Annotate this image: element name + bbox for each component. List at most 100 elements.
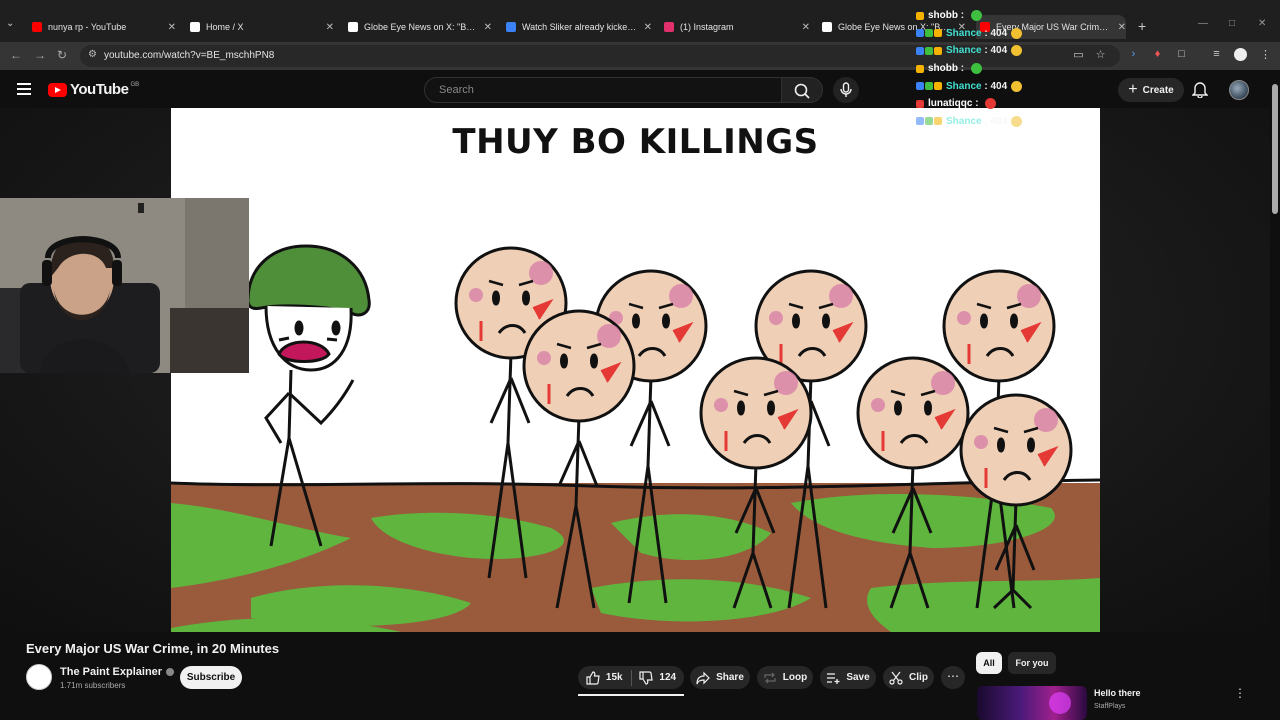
tab-search-icon[interactable]: ⌄ [6, 18, 22, 34]
verified-icon [166, 668, 175, 676]
address-bar-row: ← → ↻ ⚙ youtube.com/watch?v=BE_mschhPN8 … [0, 42, 1280, 70]
share-icon [696, 671, 710, 684]
chat-badge-icon [925, 29, 933, 38]
streamer-webcam [0, 198, 249, 373]
create-button[interactable]: + Create [1118, 78, 1184, 102]
browser-tab[interactable]: Watch Sliker already kicked out ✕ [502, 15, 652, 39]
install-app-icon[interactable]: ▭ [1072, 48, 1085, 61]
maximize-icon[interactable]: □ [1229, 18, 1235, 29]
site-info-icon[interactable]: ⚙ [88, 49, 97, 60]
chat-username: Shance [946, 45, 982, 57]
create-label: Create [1142, 84, 1174, 96]
bookmark-star-icon[interactable]: ☆ [1094, 48, 1107, 61]
close-window-icon[interactable]: ✕ [1258, 18, 1266, 29]
chat-username: shobb [928, 10, 958, 22]
browser-tab[interactable]: (1) Instagram ✕ [660, 15, 810, 39]
microphone-icon [840, 82, 852, 97]
close-tab-icon[interactable]: ✕ [168, 22, 176, 33]
more-actions-button[interactable]: ⋯ [941, 666, 965, 689]
browser-tab[interactable]: Home / X ✕ [186, 15, 334, 39]
search-button[interactable] [781, 77, 823, 103]
subscribe-button[interactable]: Subscribe [180, 666, 242, 689]
subscriber-count: 1.71m subscribers [60, 681, 126, 690]
recommended-more-icon[interactable]: ⋮ [1234, 686, 1246, 700]
chat-text: 404 [990, 115, 1008, 127]
chat-text: 404 [990, 80, 1008, 92]
loop-label: Loop [782, 672, 808, 683]
browser-menu-icon[interactable]: ⋮ [1259, 48, 1272, 61]
channel-name-text[interactable]: The Paint Explainer [60, 666, 162, 678]
chat-message: Shance : 404 [916, 25, 1056, 43]
extensions-puzzle-icon[interactable]: □ [1175, 48, 1188, 61]
close-tab-icon[interactable]: ✕ [802, 22, 810, 33]
chat-badge-icon [916, 99, 924, 108]
youtube-logo[interactable]: YouTube GB [48, 81, 139, 98]
victim-figure [522, 309, 636, 609]
url-text: youtube.com/watch?v=BE_mschhPN8 [104, 50, 275, 61]
channel-name[interactable]: The Paint Explainer [60, 666, 175, 678]
clip-button[interactable]: Clip [883, 666, 934, 689]
clip-label: Clip [909, 672, 928, 683]
voice-search-button[interactable] [833, 77, 859, 103]
guide-menu-icon[interactable] [17, 83, 31, 95]
chat-emote-icon [1011, 45, 1023, 57]
chat-message: Shance : 404 [916, 77, 1056, 95]
forward-icon[interactable]: → [34, 48, 46, 62]
browser-tab[interactable]: nunya rp - YouTube ✕ [28, 15, 176, 39]
loop-button[interactable]: Loop [757, 666, 813, 689]
chat-emote-icon [970, 63, 982, 75]
recommended-video-title[interactable]: Hello there [1094, 688, 1141, 698]
chip-for-you[interactable]: For you [1008, 652, 1056, 674]
thumbs-down-icon [639, 670, 654, 685]
dislike-button[interactable]: 124 [631, 670, 684, 685]
stream-chat-overlay: shobb : Shance : 404 Shance : 404 shobb : … [916, 7, 1056, 130]
save-label: Save [846, 672, 870, 683]
chip-all[interactable]: All [976, 652, 1002, 674]
victim-figure [959, 393, 1073, 610]
back-icon[interactable]: ← [10, 48, 22, 62]
close-tab-icon[interactable]: ✕ [1118, 22, 1126, 33]
chat-badge-icon [934, 46, 942, 55]
chat-emote-icon [1011, 80, 1023, 92]
webcam-image [0, 198, 249, 373]
chat-username: lunatiqqc [928, 98, 973, 110]
chat-badge-icon [934, 82, 942, 91]
share-button[interactable]: Share [690, 666, 750, 689]
dislike-count: 124 [659, 672, 677, 683]
chat-text: 404 [990, 27, 1008, 39]
chat-message: lunatiqqc : [916, 95, 1056, 113]
victims-group [454, 246, 1073, 610]
chat-emote-icon [985, 98, 997, 110]
browser-tab-title: (1) Instagram [680, 22, 734, 32]
page-scrollbar[interactable] [1270, 70, 1280, 720]
like-button[interactable]: 15k [578, 670, 631, 685]
extension-icon[interactable]: › [1127, 48, 1140, 61]
media-controls-icon[interactable]: ≡ [1210, 48, 1223, 61]
profile-avatar[interactable] [1234, 48, 1247, 61]
search-input[interactable]: Search [424, 77, 782, 103]
browser-tab-title: Globe Eye News on X: "BREAKI [364, 22, 478, 32]
browser-tab-bar: ⌄ nunya rp - YouTube ✕ Home / X ✕ Globe Eye … [0, 0, 1280, 42]
close-tab-icon[interactable]: ✕ [644, 22, 652, 33]
chat-message: shobb : [916, 60, 1056, 78]
channel-avatar[interactable] [26, 664, 52, 690]
minimize-icon[interactable]: — [1198, 18, 1208, 29]
new-tab-button[interactable]: + [1138, 18, 1146, 34]
video-frame[interactable]: THUY BO KILLINGS [171, 108, 1100, 632]
youtube-play-icon [48, 82, 67, 97]
chat-badge-icon [916, 11, 924, 20]
notifications-button[interactable] [1191, 80, 1209, 103]
scrollbar-thumb[interactable] [1272, 84, 1278, 214]
reload-icon[interactable]: ↻ [57, 48, 67, 62]
recommended-video-thumbnail[interactable] [977, 686, 1087, 720]
browser-tab-title: nunya rp - YouTube [48, 22, 127, 32]
browser-tab[interactable]: Globe Eye News on X: "BREAKI ✕ [344, 15, 492, 39]
logo-text: YouTube [70, 81, 129, 98]
account-avatar[interactable] [1229, 80, 1249, 100]
close-tab-icon[interactable]: ✕ [326, 22, 334, 33]
chat-badge-icon [916, 64, 924, 73]
extension-icon[interactable]: ♦ [1151, 48, 1164, 61]
save-button[interactable]: Save [820, 666, 876, 689]
close-tab-icon[interactable]: ✕ [484, 22, 492, 33]
scissors-icon [889, 671, 903, 685]
